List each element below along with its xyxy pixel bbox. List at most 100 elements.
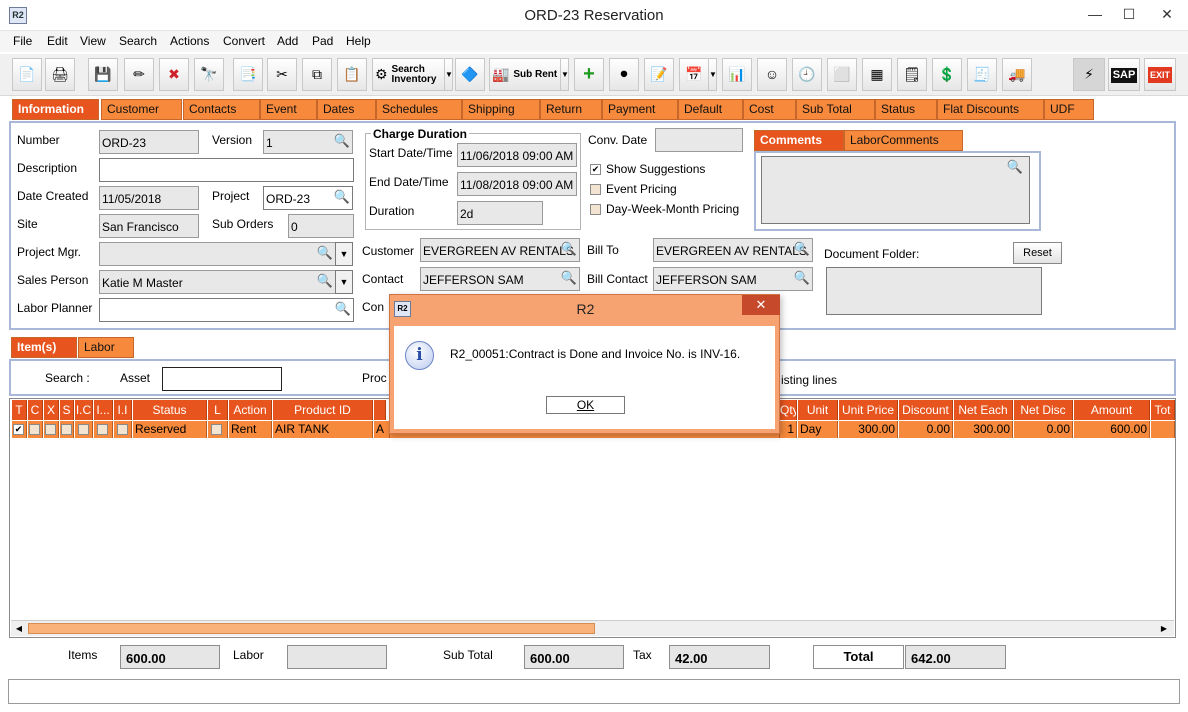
tab-comments[interactable]: Comments [754,130,844,151]
col-s[interactable]: S [60,400,74,420]
menu-actions[interactable]: Actions [170,34,209,48]
row-t-checkbox[interactable]: ✔ [13,424,24,435]
col-x[interactable]: X [44,400,59,420]
row-ii-checkbox[interactable] [117,424,128,435]
tab-dates[interactable]: Dates [317,99,376,120]
sales-person-dropdown[interactable]: ▼ [335,270,353,294]
project-mgr-field[interactable]: 🔍 [99,242,336,266]
col-amount[interactable]: Amount [1074,400,1150,420]
tab-event[interactable]: Event [260,99,317,120]
reset-button[interactable]: Reset [1013,242,1062,264]
col-description[interactable] [374,400,386,420]
document-folder-box[interactable] [826,267,1042,315]
search-icon[interactable]: 🔍 [561,241,577,257]
row-i-checkbox[interactable] [97,424,108,435]
search-icon[interactable]: 🔍 [317,273,333,289]
delete-icon[interactable]: ✖ [159,58,189,91]
ok-button[interactable]: OK [546,396,625,414]
col-l[interactable]: L [208,400,228,420]
sub-rent-button[interactable]: 🏭 Sub Rent [489,58,561,91]
contact-field[interactable]: JEFFERSON SAM 🔍 [420,267,580,291]
tab-udf[interactable]: UDF [1044,99,1094,120]
menu-file[interactable]: File [13,34,32,48]
comments-textarea[interactable]: 🔍 [761,156,1030,224]
col-qty[interactable]: Qty [780,400,797,420]
notepad-icon[interactable]: 📝 [644,58,674,91]
search-icon[interactable]: 🔍 [335,301,351,317]
menu-pad[interactable]: Pad [312,34,333,48]
tab-sub-total[interactable]: Sub Total [796,99,875,120]
col-unit-price[interactable]: Unit Price [839,400,898,420]
menu-edit[interactable]: Edit [47,34,68,48]
lightning-icon[interactable]: ⚡ [1073,58,1105,91]
row-discount[interactable]: 0.00 [899,421,953,438]
copy-icon[interactable]: ⧉ [302,58,332,91]
asset-input[interactable] [162,367,282,391]
row-description[interactable]: A [374,421,390,438]
row-ic-cell[interactable] [75,421,93,438]
row-total[interactable] [1151,421,1175,438]
search-icon[interactable]: 🔍 [561,270,577,286]
org-chart-icon[interactable]: 📊 [722,58,752,91]
menu-view[interactable]: View [80,34,106,48]
row-qty[interactable]: 1 [780,421,797,438]
row-s-cell[interactable] [60,421,74,438]
col-ic[interactable]: I.C [75,400,93,420]
schedule-icon[interactable]: 🕘 [792,58,822,91]
search-icon[interactable]: 🔍 [334,133,350,149]
row-i-cell[interactable] [94,421,113,438]
tab-customer[interactable]: Customer [101,99,182,120]
scroll-right-icon[interactable]: ▶ [1158,623,1170,634]
menu-search[interactable]: Search [119,34,157,48]
sap-button[interactable]: SAP [1108,58,1140,91]
tab-information[interactable]: Information [12,99,99,120]
print-icon[interactable]: 🖨 [45,58,75,91]
col-net-each[interactable]: Net Each [954,400,1013,420]
row-ii-cell[interactable] [114,421,132,438]
row-l-checkbox[interactable] [211,424,222,435]
truck-icon[interactable]: 🚚 [1002,58,1032,91]
tab-labor-comments[interactable]: LaborComments [844,130,963,151]
copy-order-icon[interactable]: 📑 [233,58,263,91]
maximize-button[interactable]: ☐ [1114,2,1144,26]
row-unit-price[interactable]: 300.00 [839,421,898,438]
project-field[interactable]: ORD-23 🔍 [263,186,353,210]
bill-to-field[interactable]: EVERGREEN AV RENTALS 🔍 [653,238,813,262]
col-t[interactable]: T [12,400,27,420]
tab-schedules[interactable]: Schedules [376,99,462,120]
description-input[interactable] [99,158,354,182]
col-status[interactable]: Status [133,400,207,420]
add-icon[interactable]: + [574,58,604,91]
version-field[interactable]: 1 🔍 [263,130,353,154]
save-icon[interactable]: 💾 [88,58,118,91]
spreadsheet-icon[interactable]: ▦ [862,58,892,91]
tab-items[interactable]: Item(s) [11,337,77,358]
row-s-checkbox[interactable] [61,424,72,435]
search-icon[interactable]: 🔍 [794,241,810,257]
search-icon[interactable]: 🔍 [1007,159,1023,175]
row-product-id[interactable]: AIR TANK [273,421,373,438]
row-c-cell[interactable] [28,421,43,438]
tab-payment[interactable]: Payment [602,99,678,120]
search-icon[interactable]: 🔍 [334,189,350,205]
row-action[interactable]: Rent [229,421,272,438]
col-product-id[interactable]: Product ID [273,400,373,420]
cut-icon[interactable]: ✂ [267,58,297,91]
row-ic-checkbox[interactable] [78,424,89,435]
col-net-disc[interactable]: Net Disc [1014,400,1073,420]
calendar-icon[interactable]: 📅 [679,58,709,91]
scrollbar-thumb[interactable] [28,623,595,634]
row-status[interactable]: Reserved [133,421,207,438]
scroll-left-icon[interactable]: ◀ [13,623,25,634]
col-unit[interactable]: Unit [798,400,838,420]
eraser-icon[interactable]: ⬜ [827,58,857,91]
project-mgr-dropdown[interactable]: ▼ [335,242,353,266]
calendar-dropdown[interactable]: ▼ [708,58,717,91]
horizontal-scrollbar[interactable]: ◀ ▶ [11,620,1174,636]
menu-help[interactable]: Help [346,34,371,48]
menu-add[interactable]: Add [277,34,298,48]
row-amount[interactable]: 600.00 [1074,421,1150,438]
tab-cost[interactable]: Cost [743,99,796,120]
minimize-button[interactable]: — [1080,2,1110,26]
search-inventory-dropdown[interactable]: ▼ [444,58,453,91]
